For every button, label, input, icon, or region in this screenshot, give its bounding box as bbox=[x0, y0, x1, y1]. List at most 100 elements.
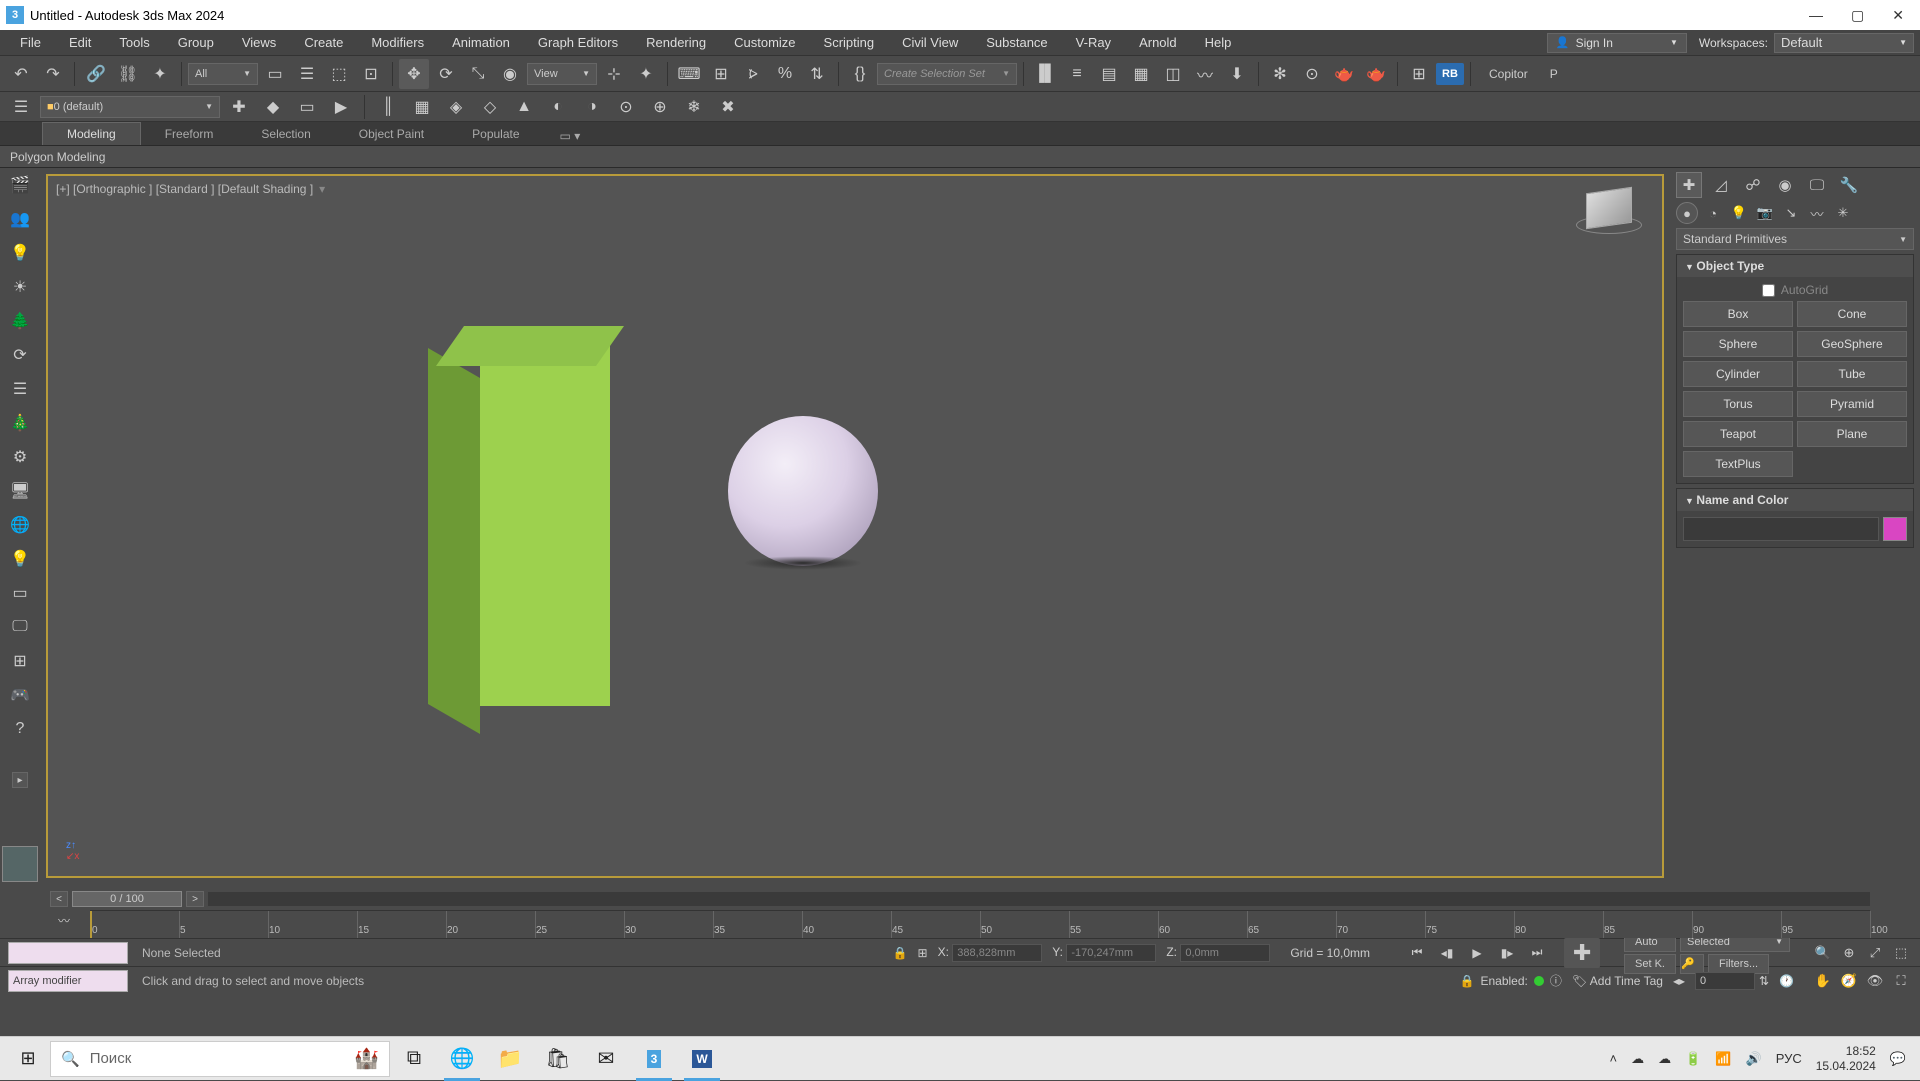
menu-group[interactable]: Group bbox=[164, 30, 228, 55]
maxscript-listener[interactable] bbox=[8, 942, 128, 964]
transform-type-icon[interactable]: ⊞ bbox=[918, 946, 928, 960]
prim-teapot[interactable]: Teapot bbox=[1683, 421, 1793, 447]
edit-selection-set-button[interactable]: {} bbox=[845, 59, 875, 89]
toggle-ribbon-button[interactable]: ▦ bbox=[1126, 59, 1156, 89]
select-layer-button[interactable]: ▭ bbox=[292, 92, 322, 122]
snap-midpoint-icon[interactable]: ◐ bbox=[543, 92, 573, 122]
menu-modifiers[interactable]: Modifiers bbox=[357, 30, 438, 55]
display-icon[interactable]: 🖥 bbox=[7, 478, 33, 504]
light-lister-icon[interactable]: 💡 bbox=[7, 240, 33, 266]
time-next-button[interactable]: > bbox=[186, 891, 204, 907]
prim-tube[interactable]: Tube bbox=[1797, 361, 1907, 387]
pivot-center-button[interactable]: ⊹ bbox=[599, 59, 629, 89]
refresh-icon[interactable]: ⟳ bbox=[7, 342, 33, 368]
time-ruler[interactable]: 0510152025303540455055606570758085909510… bbox=[90, 910, 1870, 938]
screen-icon[interactable]: 🖵 bbox=[7, 614, 33, 640]
frame-spinner[interactable]: ⇅ bbox=[1759, 974, 1769, 988]
material-editor-button[interactable]: ⬇ bbox=[1222, 59, 1252, 89]
lock-selection-icon[interactable]: 🔒 bbox=[893, 946, 908, 960]
coord-y-input[interactable] bbox=[1066, 944, 1156, 962]
snap-center-icon[interactable]: ⊙ bbox=[611, 92, 641, 122]
object-name-input[interactable] bbox=[1683, 517, 1879, 541]
snap-settings-icon[interactable]: ✖ bbox=[713, 92, 743, 122]
copitor-label[interactable]: Copitor bbox=[1477, 67, 1540, 81]
minimize-button[interactable]: — bbox=[1809, 7, 1823, 24]
layer-explorer-button[interactable]: ▤ bbox=[1094, 59, 1124, 89]
zoom-all-icon[interactable]: ⊕ bbox=[1838, 943, 1860, 963]
help-icon[interactable]: ? bbox=[7, 716, 33, 742]
time-slider-handle[interactable]: 0 / 100 bbox=[72, 891, 182, 907]
menu-customize[interactable]: Customize bbox=[720, 30, 809, 55]
pine-icon[interactable]: 🎄 bbox=[7, 410, 33, 436]
layer-properties-button[interactable]: ▶ bbox=[326, 92, 356, 122]
viewport[interactable]: [+] [Orthographic ] [Standard ] [Default… bbox=[46, 174, 1664, 878]
coord-x-input[interactable] bbox=[952, 944, 1042, 962]
tray-chevron-icon[interactable]: ˄ bbox=[1610, 1051, 1618, 1066]
snap-toggle-button[interactable]: ⊞ bbox=[706, 59, 736, 89]
menu-animation[interactable]: Animation bbox=[438, 30, 524, 55]
snap-endpoint-icon[interactable]: ◑ bbox=[577, 92, 607, 122]
redo-button[interactable]: ↷ bbox=[38, 59, 68, 89]
spacewarps-category-icon[interactable]: 〰 bbox=[1806, 202, 1828, 224]
snap-pivot-icon[interactable]: ⊕ bbox=[645, 92, 675, 122]
list-icon[interactable]: ☰ bbox=[7, 376, 33, 402]
snap-working-pivot-icon[interactable]: ║ bbox=[373, 92, 403, 122]
signin-dropdown[interactable]: Sign In bbox=[1547, 33, 1687, 53]
object-color-swatch[interactable] bbox=[1883, 517, 1907, 541]
geometry-category-icon[interactable]: ● bbox=[1676, 202, 1698, 224]
menu-edit[interactable]: Edit bbox=[55, 30, 105, 55]
snap-frozen-icon[interactable]: ❄ bbox=[679, 92, 709, 122]
modify-tab-icon[interactable]: ◿ bbox=[1708, 172, 1734, 198]
prim-textplus[interactable]: TextPlus bbox=[1683, 451, 1793, 477]
time-slider-track[interactable] bbox=[208, 892, 1870, 906]
viewport-label[interactable]: [+] [Orthographic ] [Standard ] [Default… bbox=[56, 182, 325, 196]
keyboard-shortcut-button[interactable]: ⌨ bbox=[674, 59, 704, 89]
zoom-region-icon[interactable]: ⬚ bbox=[1890, 943, 1912, 963]
menu-graph-editors[interactable]: Graph Editors bbox=[524, 30, 632, 55]
snap-vertex-icon[interactable]: ◈ bbox=[441, 92, 471, 122]
curve-editor-button[interactable]: ◫ bbox=[1158, 59, 1188, 89]
ribbon-tab-populate[interactable]: Populate bbox=[448, 123, 543, 145]
sphere-object[interactable] bbox=[728, 416, 878, 566]
schematic-view-button[interactable]: 〰 bbox=[1190, 59, 1220, 89]
ribbon-tab-modeling[interactable]: Modeling bbox=[42, 122, 141, 145]
align-button[interactable]: ≡ bbox=[1062, 59, 1092, 89]
prim-box[interactable]: Box bbox=[1683, 301, 1793, 327]
tree-icon[interactable]: 🌲 bbox=[7, 308, 33, 334]
render-setup-button[interactable]: ✻ bbox=[1265, 59, 1295, 89]
rb-badge[interactable]: RB bbox=[1436, 63, 1464, 85]
viewcube[interactable] bbox=[1574, 190, 1644, 246]
move-button[interactable]: ✥ bbox=[399, 59, 429, 89]
prim-cylinder[interactable]: Cylinder bbox=[1683, 361, 1793, 387]
utilities-tab-icon[interactable]: 🔧 bbox=[1836, 172, 1862, 198]
viewport-thumbnail[interactable] bbox=[2, 846, 38, 882]
prev-frame-button[interactable]: ◂▮ bbox=[1434, 943, 1460, 963]
scale-button[interactable]: ⤡ bbox=[463, 59, 493, 89]
bulb-idea-icon[interactable]: 💡 bbox=[7, 546, 33, 572]
close-button[interactable]: ✕ bbox=[1892, 7, 1904, 24]
p-label[interactable]: P bbox=[1542, 67, 1566, 81]
motion-tab-icon[interactable]: ◉ bbox=[1772, 172, 1798, 198]
tray-volume-icon[interactable]: 🔊 bbox=[1746, 1051, 1762, 1067]
snap-edge-icon[interactable]: ◇ bbox=[475, 92, 505, 122]
ribbon-tab-freeform[interactable]: Freeform bbox=[141, 123, 238, 145]
ribbon-tab-object-paint[interactable]: Object Paint bbox=[335, 123, 448, 145]
key-nav-icon[interactable]: ◂▸ bbox=[1673, 974, 1685, 988]
next-frame-button[interactable]: ▮▸ bbox=[1494, 943, 1520, 963]
select-by-name-button[interactable]: ☰ bbox=[292, 59, 322, 89]
selection-filter-dropdown[interactable]: All bbox=[188, 63, 258, 85]
windows-search[interactable]: 🔍 Поиск🏰 bbox=[50, 1041, 390, 1077]
add-time-tag[interactable]: 🏷 Add Time Tag bbox=[1572, 974, 1663, 988]
manipulate-button[interactable]: ✦ bbox=[631, 59, 661, 89]
mini-curve-icon[interactable]: 〰 bbox=[58, 912, 82, 930]
prim-cone[interactable]: Cone bbox=[1797, 301, 1907, 327]
menu-create[interactable]: Create bbox=[290, 30, 357, 55]
menu-arnold[interactable]: Arnold bbox=[1125, 30, 1191, 55]
placement-button[interactable]: ◉ bbox=[495, 59, 525, 89]
select-object-button[interactable]: ▭ bbox=[260, 59, 290, 89]
autogrid-checkbox[interactable]: AutoGrid bbox=[1683, 283, 1907, 297]
goto-end-button[interactable]: ⏭ bbox=[1524, 943, 1550, 963]
mirror-button[interactable]: ▐▌ bbox=[1030, 59, 1060, 89]
menu-substance[interactable]: Substance bbox=[972, 30, 1061, 55]
render-iterative-button[interactable]: 🫖 bbox=[1361, 59, 1391, 89]
